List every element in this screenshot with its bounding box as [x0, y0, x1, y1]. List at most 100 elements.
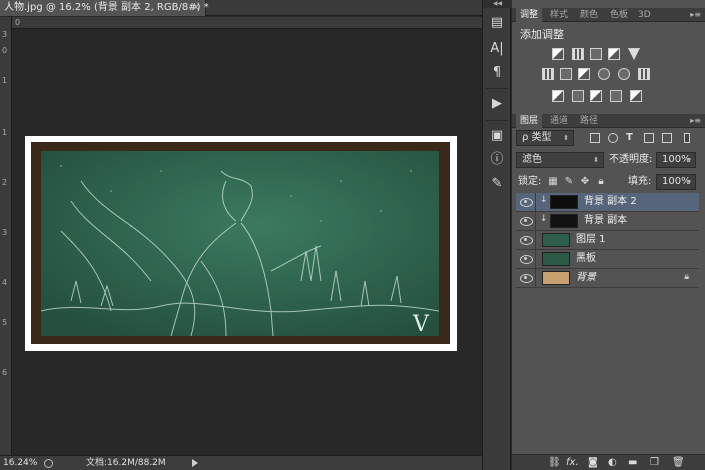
close-tab-icon[interactable]: × — [192, 0, 200, 16]
dock-divider — [486, 88, 508, 89]
filter-toggle-icon[interactable] — [684, 133, 690, 143]
status-info-icon[interactable] — [44, 459, 53, 468]
vibrance-icon[interactable] — [628, 48, 640, 60]
levels-icon[interactable] — [572, 48, 584, 60]
info-icon[interactable]: ⓘ — [488, 151, 506, 169]
zoom-level[interactable]: 16.24% — [3, 456, 37, 470]
curves-icon[interactable] — [590, 48, 602, 60]
filter-type-icon[interactable]: T — [626, 133, 636, 143]
color-lookup-icon[interactable] — [638, 68, 650, 80]
visibility-eye-icon[interactable] — [520, 254, 533, 264]
visibility-eye-icon[interactable] — [520, 216, 533, 226]
photo-filter-icon[interactable] — [598, 68, 610, 80]
status-menu-arrow-icon[interactable] — [192, 459, 198, 467]
layer-thumbnail[interactable] — [542, 233, 570, 247]
layer-row[interactable]: ↓ 背景 副本 — [516, 212, 699, 231]
panel-menu-icon[interactable]: ▸≡ — [690, 8, 701, 22]
character-icon[interactable]: A| — [488, 40, 506, 58]
black-white-icon[interactable] — [578, 68, 590, 80]
lock-move-icon[interactable]: ✥ — [580, 177, 590, 187]
tool-presets-icon[interactable]: ▣ — [488, 127, 506, 145]
fill-field[interactable]: 100% ▾ — [656, 174, 696, 190]
layers-menu-icon[interactable]: ▸≡ — [690, 114, 701, 128]
link-icon[interactable]: ⛓︎ — [548, 457, 561, 469]
layer-name[interactable]: 黑板 — [576, 252, 596, 266]
status-bar: 16.24% 文档:16.2M/88.2M — [0, 455, 482, 470]
hue-saturation-icon[interactable] — [542, 68, 554, 80]
tab-color[interactable]: 颜色 — [576, 8, 602, 22]
fx-icon[interactable]: fx. — [566, 457, 579, 469]
visibility-eye-icon[interactable] — [520, 197, 533, 207]
ruler-number: 0 — [2, 46, 8, 55]
filter-adjustment-icon[interactable] — [608, 133, 618, 143]
tab-channels[interactable]: 通道 — [546, 114, 572, 128]
layer-name[interactable]: 背景 副本 2 — [584, 195, 637, 209]
ruler-number: 1 — [2, 128, 8, 137]
history-icon[interactable]: ▤ — [488, 14, 506, 32]
layer-lock-icon: 🔒︎ — [684, 272, 689, 282]
selective-color-icon[interactable] — [610, 90, 622, 102]
trash-icon[interactable]: 🗑︎ — [672, 457, 685, 469]
right-panels: 调整 样式 颜色 色板 3D ▸≡ 添加调整 图层 通道 路径 ▸≡ ρ 类型 … — [512, 0, 705, 470]
layer-filter-dropdown[interactable]: ρ 类型 ⬍ — [516, 130, 574, 146]
invert-icon[interactable] — [552, 90, 564, 102]
layer-name[interactable]: 背景 — [576, 271, 596, 285]
exposure-icon[interactable] — [608, 48, 620, 60]
filter-smart-object-icon[interactable] — [662, 133, 672, 143]
layer-thumbnail[interactable] — [542, 271, 570, 285]
document-tab-title: 人物.jpg @ 16.2% (背景 副本 2, RGB/8#) * — [4, 2, 209, 13]
blend-mode-value: 滤色 — [522, 154, 542, 165]
document-tab[interactable]: 人物.jpg @ 16.2% (背景 副本 2, RGB/8#) * × — [0, 0, 209, 16]
document-info: 文档:16.2M/88.2M — [86, 458, 166, 468]
layer-name[interactable]: 图层 1 — [576, 233, 606, 247]
blend-mode-dropdown[interactable]: 滤色 ⬍ — [516, 152, 604, 168]
layer-divider — [535, 193, 536, 212]
threshold-icon[interactable] — [590, 90, 602, 102]
lock-brush-icon[interactable]: ✎ — [564, 177, 574, 187]
adjustments-tabstrip: 调整 样式 颜色 色板 3D ▸≡ — [512, 8, 705, 22]
tab-3d[interactable]: 3D — [634, 8, 655, 22]
tab-styles[interactable]: 样式 — [546, 8, 572, 22]
actions-play-icon[interactable]: ▶ — [488, 95, 506, 113]
chevron-down-icon: ▾ — [687, 178, 691, 186]
layer-divider — [535, 212, 536, 231]
new-layer-icon[interactable]: ❐ — [650, 457, 659, 469]
lock-transparent-icon[interactable]: ▦ — [548, 177, 558, 187]
layer-row[interactable]: 图层 1 — [516, 231, 699, 250]
layer-row[interactable]: 黑板 — [516, 250, 699, 269]
tab-paths[interactable]: 路径 — [576, 114, 602, 128]
filter-pixel-icon[interactable] — [590, 133, 600, 143]
gradient-map-icon[interactable] — [630, 90, 642, 102]
tab-adjustments[interactable]: 调整 — [516, 8, 543, 22]
adjustment-icon[interactable]: ◐ — [608, 457, 617, 469]
dock-collapse-icon[interactable]: ◀◀ — [483, 0, 512, 8]
canvas-area[interactable]: V — [13, 30, 482, 455]
opacity-label: 不透明度: — [609, 154, 653, 165]
tab-swatches[interactable]: 色板 — [606, 8, 632, 22]
visibility-eye-icon[interactable] — [520, 273, 533, 283]
layer-thumbnail[interactable] — [550, 214, 578, 228]
lock-all-icon[interactable]: 🔒︎ — [596, 177, 606, 187]
layer-thumbnail[interactable] — [550, 195, 578, 209]
horizontal-ruler[interactable]: 0 — [12, 17, 482, 29]
vertical-ruler[interactable]: 3 0 1 1 2 3 4 5 6 — [0, 17, 12, 455]
channel-mixer-icon[interactable] — [618, 68, 630, 80]
brush-presets-icon[interactable]: ✎ — [488, 175, 506, 193]
layer-name[interactable]: 背景 副本 — [584, 214, 627, 228]
layer-row[interactable]: 背景 🔒︎ — [516, 269, 699, 288]
layer-thumbnail[interactable] — [542, 252, 570, 266]
layers-toolbar: ⛓︎ fx. ◙ ◐ ▬ ❐ 🗑︎ — [512, 454, 705, 470]
opacity-field[interactable]: 100% ▾ — [656, 152, 696, 168]
brightness-icon[interactable] — [552, 48, 564, 60]
mask-icon[interactable]: ◙ — [588, 457, 598, 469]
visibility-eye-icon[interactable] — [520, 235, 533, 245]
folder-icon[interactable]: ▬ — [628, 457, 637, 469]
filter-shape-icon[interactable] — [644, 133, 654, 143]
layer-row[interactable]: ↓ 背景 副本 2 — [516, 193, 699, 212]
document-image[interactable]: V — [41, 151, 439, 336]
paragraph-icon[interactable]: ¶ — [488, 64, 506, 82]
tab-layers[interactable]: 图层 — [516, 114, 543, 128]
color-balance-icon[interactable] — [560, 68, 572, 80]
posterize-icon[interactable] — [572, 90, 584, 102]
chalkboard-drawing: V — [41, 151, 439, 336]
